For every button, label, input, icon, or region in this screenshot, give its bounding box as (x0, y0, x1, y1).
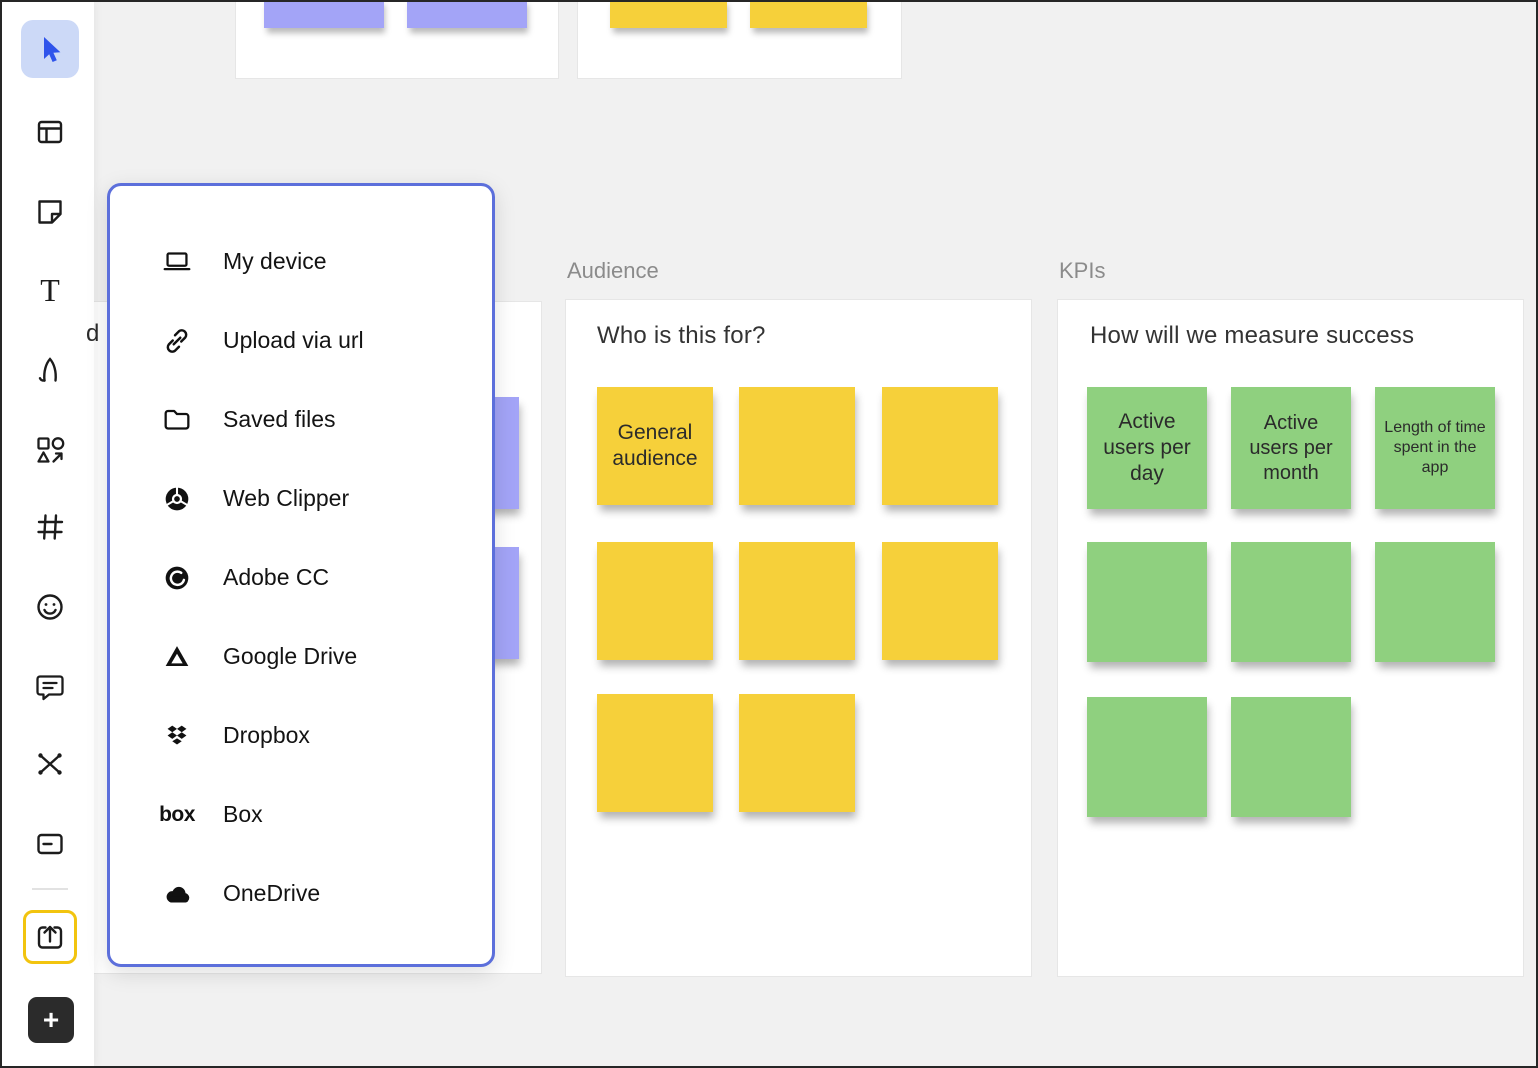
sticky-note[interactable] (610, 0, 727, 28)
dropbox-icon (158, 717, 196, 755)
frame-title-audience[interactable]: Audience (567, 258, 659, 284)
sticky-note[interactable] (1231, 542, 1351, 662)
onedrive-icon (158, 875, 196, 913)
menu-item-label: My device (223, 248, 327, 275)
tool-stickers[interactable] (30, 587, 70, 627)
sticky-note-icon (32, 194, 68, 230)
toolbar-divider (32, 888, 68, 890)
tool-select[interactable] (21, 20, 79, 78)
sticky-note[interactable]: General audience (597, 387, 713, 505)
sticky-note[interactable] (739, 694, 855, 812)
sticky-note[interactable] (597, 694, 713, 812)
shapes-icon (32, 432, 68, 468)
menu-item-label: Adobe CC (223, 564, 329, 591)
tool-sticky-note[interactable] (30, 192, 70, 232)
tool-shapes[interactable] (30, 430, 70, 470)
connector-icon (32, 746, 68, 782)
tool-connector[interactable] (30, 744, 70, 784)
adobe-cc-icon (158, 559, 196, 597)
comment-icon (32, 669, 68, 705)
sticky-note[interactable] (264, 0, 384, 28)
whiteboard-app: d Audience Who is this for? General audi… (0, 0, 1538, 1068)
folder-icon (158, 401, 196, 439)
tool-card[interactable] (30, 824, 70, 864)
menu-item-label: Saved files (223, 406, 336, 433)
menu-item-label: Upload via url (223, 327, 364, 354)
card-icon (32, 826, 68, 862)
link-icon (158, 322, 196, 360)
menu-item-saved-files[interactable]: Saved files (110, 380, 492, 459)
google-drive-icon (158, 638, 196, 676)
tool-upload[interactable] (23, 910, 77, 964)
sticky-note[interactable]: Length of time spent in the app (1375, 387, 1495, 509)
plus-icon: + (43, 1006, 59, 1034)
sticky-note[interactable] (750, 0, 867, 28)
sticky-note[interactable] (1087, 697, 1207, 817)
menu-item-web-clipper[interactable]: Web Clipper (110, 459, 492, 538)
tool-pen[interactable] (30, 350, 70, 390)
laptop-icon (158, 243, 196, 281)
tool-frame[interactable] (30, 507, 70, 547)
menu-item-my-device[interactable]: My device (110, 222, 492, 301)
menu-item-label: Google Drive (223, 643, 357, 670)
upload-icon (32, 919, 68, 955)
templates-icon (32, 114, 68, 150)
menu-item-label: Web Clipper (223, 485, 349, 512)
tool-templates[interactable] (30, 112, 70, 152)
menu-item-onedrive[interactable]: OneDrive (110, 854, 492, 933)
frame-heading-audience[interactable]: Who is this for? (597, 322, 766, 350)
menu-item-google-drive[interactable]: Google Drive (110, 617, 492, 696)
upload-menu-popup: My device Upload via url Saved files (107, 183, 495, 967)
partial-heading-fragment: d (86, 320, 99, 348)
web-clipper-icon (158, 480, 196, 518)
menu-item-dropbox[interactable]: Dropbox (110, 696, 492, 775)
sticky-note[interactable] (597, 542, 713, 660)
sticky-note[interactable] (882, 387, 998, 505)
sticky-note[interactable] (1375, 542, 1495, 662)
sticky-note[interactable] (882, 542, 998, 660)
sticky-note[interactable] (739, 542, 855, 660)
frame-heading-kpis[interactable]: How will we measure success (1090, 322, 1414, 350)
pen-icon (32, 352, 68, 388)
menu-item-adobe-cc[interactable]: Adobe CC (110, 538, 492, 617)
cursor-icon (32, 31, 68, 67)
box-icon: box (158, 796, 196, 834)
menu-item-label: OneDrive (223, 880, 320, 907)
menu-item-label: Dropbox (223, 722, 310, 749)
frame-title-kpis[interactable]: KPIs (1059, 258, 1105, 284)
menu-item-label: Box (223, 801, 263, 828)
tool-more-add[interactable]: + (28, 997, 74, 1043)
sticky-note[interactable] (739, 387, 855, 505)
sticky-note[interactable]: Active users per day (1087, 387, 1207, 509)
stickers-smiley-icon (32, 589, 68, 625)
left-toolbar: T (2, 2, 94, 1066)
frame-icon (32, 509, 68, 545)
menu-item-upload-via-url[interactable]: Upload via url (110, 301, 492, 380)
sticky-note[interactable] (407, 0, 527, 28)
menu-item-box[interactable]: box Box (110, 775, 492, 854)
text-icon: T (40, 274, 60, 306)
sticky-note[interactable]: Active users per month (1231, 387, 1351, 509)
tool-comment[interactable] (30, 667, 70, 707)
tool-text[interactable]: T (30, 270, 70, 310)
sticky-note[interactable] (1087, 542, 1207, 662)
sticky-note[interactable] (1231, 697, 1351, 817)
